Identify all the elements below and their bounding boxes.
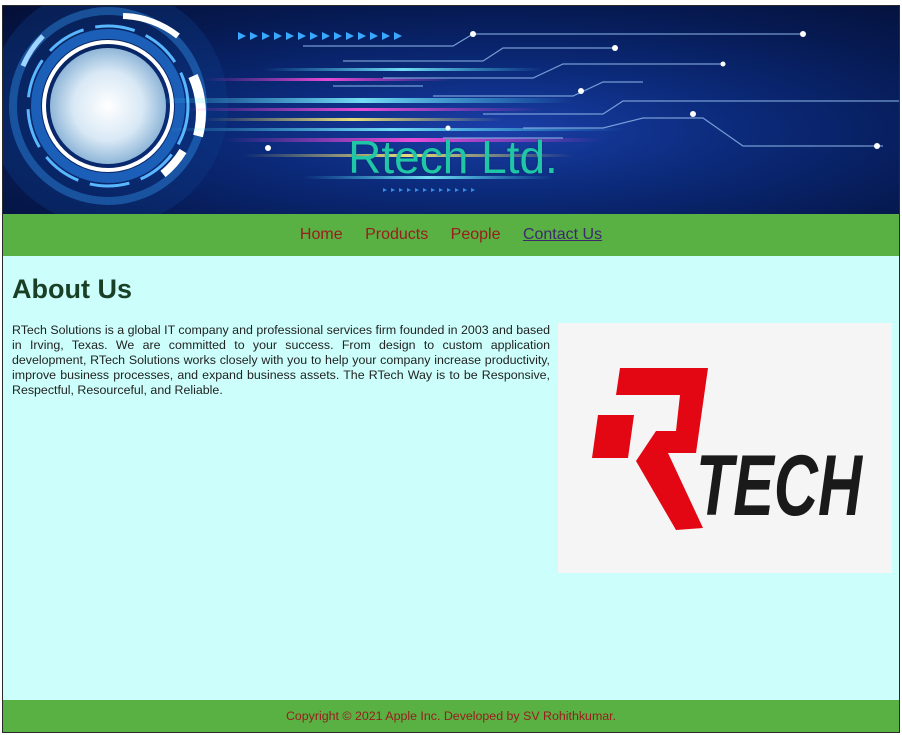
nav-link-home[interactable]: Home [300,226,343,243]
main-nav: Home Products People Contact Us [3,214,899,256]
footer-copyright: Copyright © 2021 Apple Inc. Developed by… [285,709,617,723]
rtech-logo-icon: TECH [592,368,863,534]
rtech-logo-image: TECH [558,323,892,573]
logo-tech-text: TECH [696,438,863,534]
header-banner: Rtech Ltd. [3,6,899,214]
nav-link-contact-us[interactable]: Contact Us [523,226,602,243]
nav-link-people[interactable]: People [451,226,501,243]
page-footer: Copyright © 2021 Apple Inc. Developed by… [3,700,899,732]
page-frame: Rtech Ltd. Home Products People Contact … [2,5,900,733]
page-heading: About Us [12,274,132,304]
nav-link-products[interactable]: Products [365,226,428,243]
main-content: About Us RTech Solutions is a global IT … [3,256,899,700]
site-title: Rtech Ltd. [348,131,558,183]
about-paragraph: RTech Solutions is a global IT company a… [12,323,550,397]
